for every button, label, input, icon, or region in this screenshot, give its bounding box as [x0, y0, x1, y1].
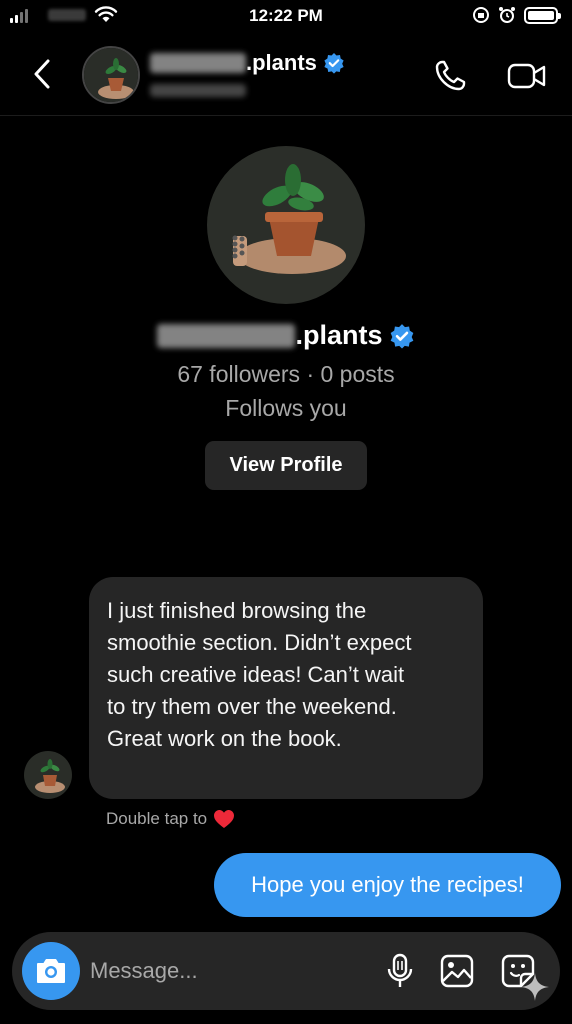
heart-icon — [214, 810, 235, 828]
incoming-message[interactable]: I just finished browsing the smoothie se… — [89, 577, 483, 799]
activity-status-blurred — [150, 84, 246, 102]
header-username-suffix: .plants — [246, 50, 317, 75]
message-input[interactable] — [90, 952, 370, 990]
video-camera-icon — [507, 63, 546, 89]
profile-username-blurred — [157, 323, 296, 348]
video-call-button[interactable] — [504, 54, 550, 98]
message-line: Great work on the book. — [107, 726, 342, 751]
back-button[interactable] — [26, 54, 58, 94]
sparkle-icon — [521, 973, 549, 1001]
phone-icon — [435, 60, 466, 91]
gallery-button[interactable] — [437, 951, 477, 991]
header-username[interactable]: .plants — [150, 50, 345, 76]
alarm-icon — [499, 7, 515, 23]
sender-avatar[interactable] — [24, 751, 72, 799]
message-line: such creative ideas! Can’t wait — [107, 662, 405, 687]
chevron-left-icon — [34, 59, 50, 89]
verified-badge-icon — [390, 323, 413, 349]
profile-avatar[interactable] — [207, 146, 365, 304]
header-avatar[interactable] — [82, 46, 140, 104]
message-line: I just finished browsing the — [107, 598, 367, 623]
message-composer — [12, 932, 560, 1010]
verified-badge-icon — [324, 53, 344, 74]
follows-you-label: Follows you — [225, 395, 347, 421]
double-tap-label: Double tap to — [106, 809, 208, 828]
voice-call-button[interactable] — [428, 54, 472, 98]
message-line: smoothie section. Didn’t expect — [107, 630, 412, 655]
outgoing-message[interactable]: Hope you enjoy the recipes! — [214, 853, 561, 917]
microphone-icon — [387, 953, 413, 987]
profile-username-suffix: .plants — [295, 320, 383, 350]
camera-icon — [37, 959, 65, 983]
camera-button[interactable] — [22, 942, 80, 1000]
voice-message-button[interactable] — [382, 951, 418, 991]
view-profile-button[interactable]: View Profile — [205, 441, 367, 490]
profile-username: .plants — [0, 320, 572, 351]
orientation-lock-icon — [473, 7, 489, 23]
profile-stats: 67 followers · 0 posts — [177, 361, 395, 387]
username-blurred — [150, 53, 246, 73]
image-icon — [440, 954, 474, 988]
double-tap-hint: Double tap to — [106, 809, 235, 829]
message-line: to try them over the weekend. — [107, 694, 397, 719]
battery-icon — [524, 6, 561, 24]
status-bar: 12:22 PM — [0, 0, 572, 34]
chat-header: .plants — [0, 34, 572, 116]
